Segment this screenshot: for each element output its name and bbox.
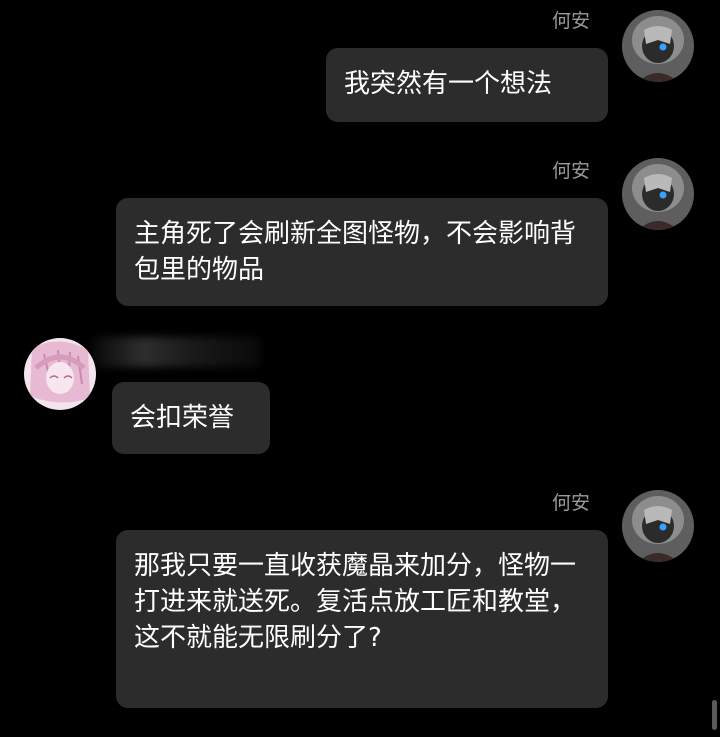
- message-bubble[interactable]: 主角死了会刷新全图怪物，不会影响背包里的物品: [116, 198, 608, 306]
- message-bubble[interactable]: 会扣荣誉: [112, 382, 270, 454]
- sender-name: 何安: [552, 160, 591, 182]
- blurred-sender-name: [92, 337, 260, 367]
- avatar[interactable]: [622, 158, 694, 230]
- anime-girl-icon: [24, 338, 96, 410]
- hooded-character-icon: [622, 490, 694, 562]
- message-bubble[interactable]: 我突然有一个想法: [326, 48, 608, 122]
- avatar[interactable]: [24, 338, 96, 410]
- hooded-character-icon: [622, 10, 694, 82]
- message-bubble[interactable]: 那我只要一直收获魔晶来加分，怪物一打进来就送死。复活点放工匠和教堂，这不就能无限…: [116, 530, 608, 708]
- scrollbar[interactable]: [712, 700, 717, 730]
- sender-name: 何安: [552, 492, 591, 514]
- sender-name: 何安: [552, 10, 591, 32]
- avatar[interactable]: [622, 490, 694, 562]
- hooded-character-icon: [622, 158, 694, 230]
- avatar[interactable]: [622, 10, 694, 82]
